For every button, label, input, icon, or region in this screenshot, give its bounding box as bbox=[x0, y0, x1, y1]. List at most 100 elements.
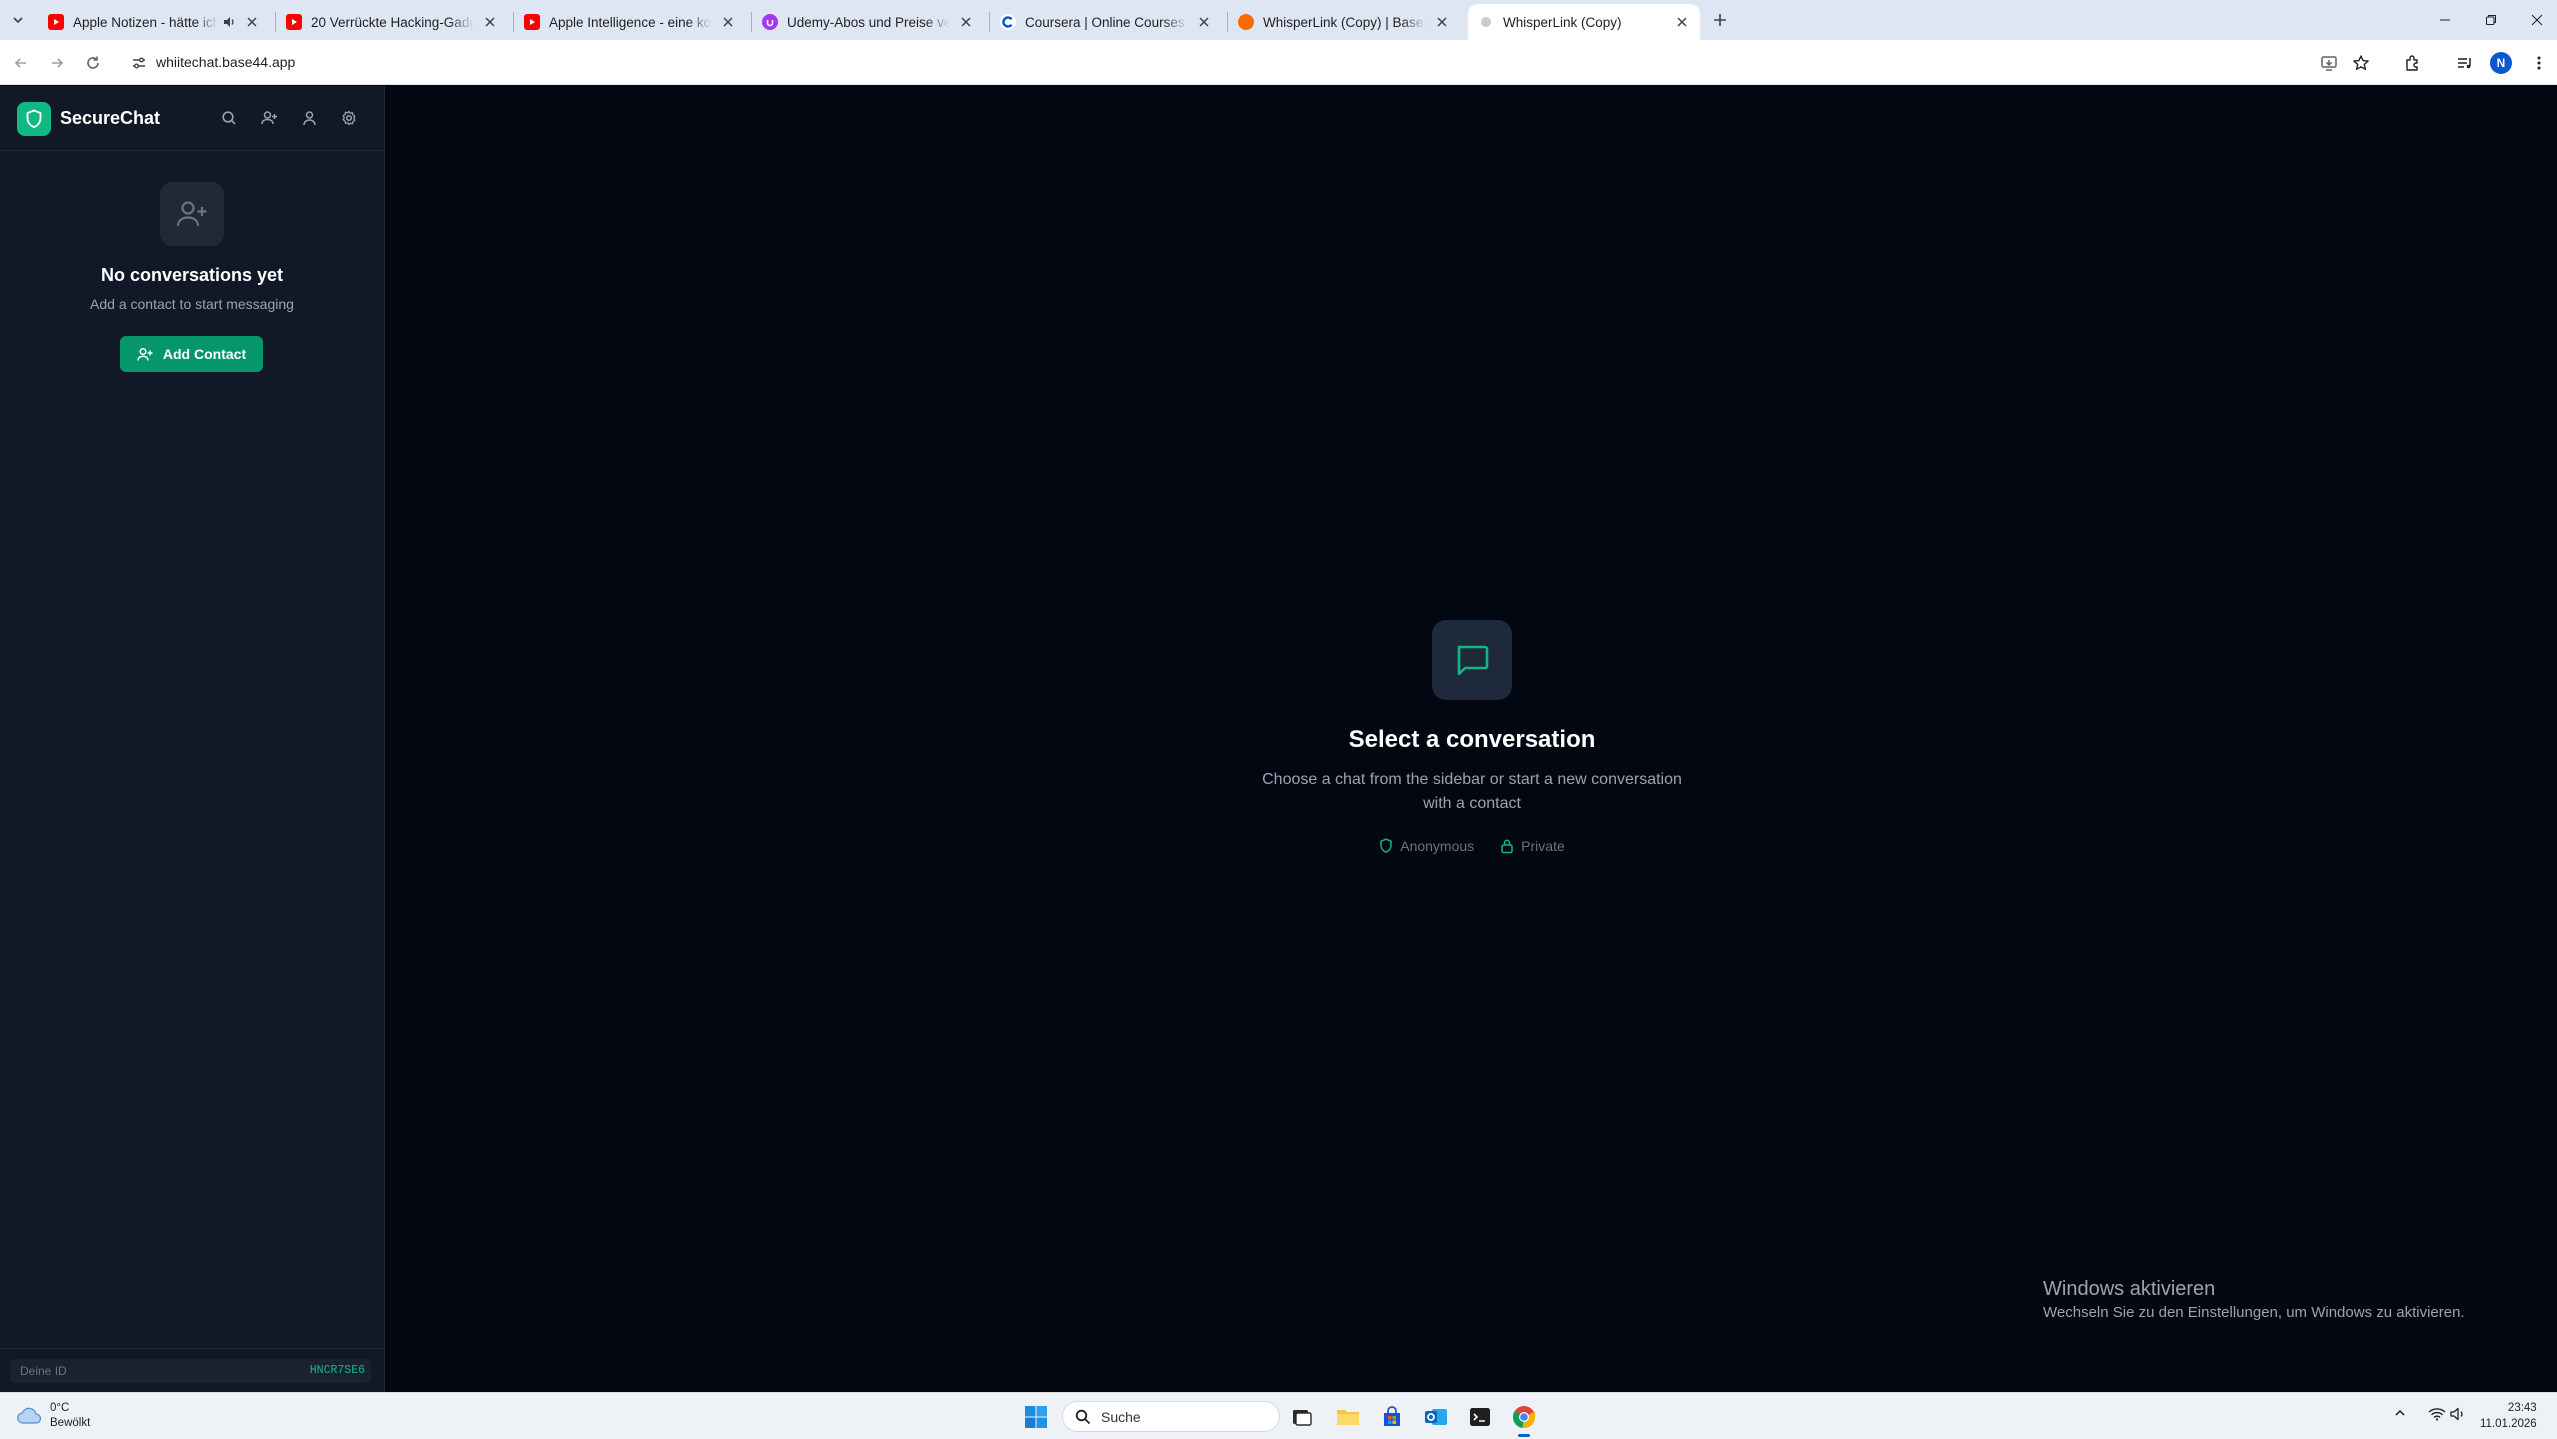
private-label: Private bbox=[1521, 838, 1565, 854]
tab-title: Udemy-Abos und Preise vergle bbox=[787, 14, 950, 30]
youtube-icon bbox=[524, 14, 540, 30]
microsoft-store-icon[interactable] bbox=[1376, 1401, 1408, 1433]
youtube-icon bbox=[286, 14, 302, 30]
tab-close-icon[interactable] bbox=[482, 14, 498, 30]
browser-tab[interactable]: Coursera | Online Courses From bbox=[990, 4, 1222, 40]
browser-tabstrip: Apple Notizen - hätte ich d 20 Verrückte… bbox=[0, 0, 2557, 40]
tab-title: WhisperLink (Copy) | Base44 bbox=[1263, 14, 1426, 30]
tab-close-icon[interactable] bbox=[1434, 14, 1450, 30]
browser-tab-active[interactable]: WhisperLink (Copy) bbox=[1468, 4, 1700, 40]
reload-icon[interactable] bbox=[80, 50, 106, 76]
weather-temp: 0°C bbox=[50, 1402, 70, 1414]
cloud-icon bbox=[16, 1407, 42, 1425]
browser-menu-icon[interactable] bbox=[2526, 50, 2552, 76]
anonymous-label: Anonymous bbox=[1400, 838, 1475, 854]
tab-title: Coursera | Online Courses From bbox=[1025, 14, 1188, 30]
search-icon[interactable] bbox=[218, 107, 240, 129]
tab-title: 20 Verrückte Hacking-Gadgets bbox=[311, 14, 474, 30]
tab-close-icon[interactable] bbox=[958, 14, 974, 30]
empty-title: No conversations yet bbox=[100, 265, 284, 285]
user-id-value[interactable]: HNCR7SE6 bbox=[310, 1364, 365, 1377]
add-contact-label: Add Contact bbox=[162, 346, 247, 362]
sidebar: SecureChat No conversations yet Add a co… bbox=[0, 86, 385, 1392]
profile-user-icon[interactable] bbox=[298, 107, 320, 129]
browser-toolbar: whiitechat.base44.app N bbox=[0, 40, 2557, 85]
weather-widget[interactable]: 0°C Bewölkt bbox=[16, 1401, 90, 1431]
tray-chevron-up-icon[interactable] bbox=[2394, 1407, 2406, 1419]
windows-taskbar: 0°C Bewölkt Suche 23:43 11.01.2026 bbox=[0, 1392, 2557, 1439]
file-explorer-icon[interactable] bbox=[1332, 1401, 1364, 1433]
volume-icon[interactable] bbox=[2450, 1407, 2468, 1421]
tab-title: Apple Notizen - hätte ich d bbox=[73, 14, 218, 30]
back-arrow-icon[interactable] bbox=[8, 50, 34, 76]
select-conversation-title: Select a conversation bbox=[1348, 726, 1596, 753]
profile-avatar[interactable]: N bbox=[2490, 52, 2512, 74]
user-id-label: Deine ID bbox=[20, 1364, 67, 1378]
clock-date: 11.01.2026 bbox=[2480, 1418, 2537, 1430]
tab-close-icon[interactable] bbox=[1196, 14, 1212, 30]
lock-icon bbox=[1500, 838, 1514, 854]
windows-activation-watermark: Windows aktivieren Wechseln Sie zu den E… bbox=[2043, 1278, 2465, 1321]
forward-arrow-icon[interactable] bbox=[44, 50, 70, 76]
watermark-subtitle: Wechseln Sie zu den Einstellungen, um Wi… bbox=[2043, 1304, 2465, 1321]
clock-time: 23:43 bbox=[2507, 1402, 2537, 1414]
new-tab-plus-icon[interactable] bbox=[1706, 8, 1734, 32]
windows-start-icon[interactable] bbox=[1020, 1401, 1052, 1433]
browser-tab[interactable]: Apple Intelligence - eine komp bbox=[514, 4, 746, 40]
active-app-indicator bbox=[1518, 1434, 1530, 1437]
site-settings-icon[interactable] bbox=[130, 54, 148, 72]
chat-main-area: Select a conversation Choose a chat from… bbox=[385, 86, 2557, 1392]
browser-tab[interactable]: Udemy-Abos und Preise vergle bbox=[752, 4, 984, 40]
restore-icon[interactable] bbox=[2468, 0, 2514, 40]
tab-title: WhisperLink (Copy) bbox=[1503, 14, 1622, 30]
private-badge: Private bbox=[1500, 838, 1565, 854]
add-contact-button[interactable]: Add Contact bbox=[120, 336, 263, 372]
taskbar-clock[interactable]: 23:43 11.01.2026 bbox=[2480, 1400, 2537, 1432]
youtube-icon bbox=[48, 14, 64, 30]
media-controls-icon[interactable] bbox=[2452, 50, 2478, 76]
extensions-puzzle-icon[interactable] bbox=[2400, 50, 2426, 76]
bookmark-star-icon[interactable] bbox=[2348, 50, 2374, 76]
browser-tab[interactable]: Apple Notizen - hätte ich d bbox=[38, 4, 270, 40]
watermark-title: Windows aktivieren bbox=[2043, 1278, 2216, 1300]
add-user-icon bbox=[137, 347, 153, 362]
page-icon bbox=[1478, 14, 1494, 30]
add-user-icon bbox=[160, 182, 224, 246]
search-icon bbox=[1075, 1409, 1091, 1425]
taskbar-search-box[interactable]: Suche bbox=[1062, 1401, 1280, 1432]
tab-close-icon[interactable] bbox=[244, 14, 260, 30]
securechat-app: SecureChat No conversations yet Add a co… bbox=[0, 86, 2557, 1392]
tab-search-chevron-icon[interactable] bbox=[6, 8, 30, 32]
wifi-icon[interactable] bbox=[2428, 1407, 2446, 1421]
taskbar-search-placeholder: Suche bbox=[1101, 1408, 1141, 1425]
sidebar-header: SecureChat bbox=[0, 86, 384, 151]
message-square-icon bbox=[1432, 620, 1512, 700]
settings-gear-icon[interactable] bbox=[338, 107, 360, 129]
add-user-icon[interactable] bbox=[258, 107, 280, 129]
terminal-icon[interactable] bbox=[1464, 1401, 1496, 1433]
weather-desc: Bewölkt bbox=[50, 1417, 91, 1429]
base44-icon bbox=[1238, 14, 1254, 30]
outlook-icon[interactable] bbox=[1420, 1401, 1452, 1433]
select-conversation-subtitle: Choose a chat from the sidebar or start … bbox=[1262, 771, 1682, 812]
browser-tab[interactable]: WhisperLink (Copy) | Base44 bbox=[1228, 4, 1460, 40]
chrome-icon[interactable] bbox=[1508, 1401, 1540, 1437]
close-window-icon[interactable] bbox=[2514, 0, 2557, 40]
install-app-icon[interactable] bbox=[2316, 50, 2342, 76]
udemy-icon bbox=[762, 14, 778, 30]
user-id-box[interactable]: Deine ID HNCR7SE6 bbox=[10, 1359, 371, 1383]
speaker-icon[interactable] bbox=[222, 15, 236, 29]
tab-title: Apple Intelligence - eine komp bbox=[549, 14, 712, 30]
url-text: whiitechat.base44.app bbox=[156, 54, 296, 70]
tab-close-icon[interactable] bbox=[720, 14, 736, 30]
browser-tab[interactable]: 20 Verrückte Hacking-Gadgets bbox=[276, 4, 508, 40]
shield-icon bbox=[1379, 838, 1393, 854]
app-logo-shield-icon bbox=[17, 102, 51, 136]
app-name: SecureChat bbox=[60, 108, 161, 128]
tab-close-icon[interactable] bbox=[1674, 14, 1690, 30]
address-bar[interactable]: whiitechat.base44.app bbox=[120, 45, 2320, 80]
task-view-icon[interactable] bbox=[1286, 1401, 1318, 1433]
empty-subtitle: Add a contact to start messaging bbox=[90, 296, 294, 312]
coursera-icon bbox=[1000, 14, 1016, 30]
minimize-icon[interactable] bbox=[2422, 0, 2468, 40]
